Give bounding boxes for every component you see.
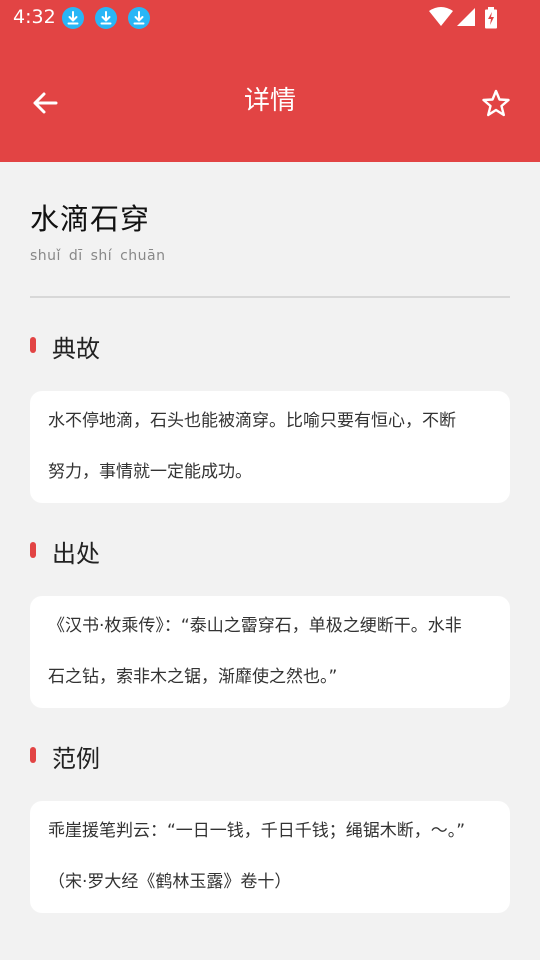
- body-line: 水不停地滴，石头也能被滴穿。比喻只要有恒心，不断: [48, 411, 456, 431]
- body-line: 《汉书·枚乘传》：“泰山之霤穿石，单极之绠断干。水非: [48, 616, 462, 636]
- divider: [30, 296, 510, 298]
- idiom-pinyin: shuǐ dī shí chuān: [30, 248, 166, 264]
- section-body: 水不停地滴，石头也能被滴穿。比喻只要有恒心，不断 努力，事情就一定能成功。: [48, 396, 496, 498]
- section-marker: [30, 337, 36, 353]
- idiom-title: 水滴石穿: [30, 202, 151, 236]
- body-line: 努力，事情就一定能成功。: [48, 462, 252, 482]
- download-icon: [62, 7, 84, 29]
- section-body: 乖崖援笔判云：“一日一钱，千日千钱；绳锯木断，～。” （宋·罗大经《鹤林玉露》卷…: [48, 806, 496, 908]
- section-body: 《汉书·枚乘传》：“泰山之霤穿石，单极之绠断干。水非 石之钻，索非木之锯，渐靡使…: [48, 601, 496, 703]
- status-time: 4:32: [13, 6, 56, 28]
- section-card-example: 乖崖援笔判云：“一日一钱，千日千钱；绳锯木断，～。” （宋·罗大经《鹤林玉露》卷…: [30, 801, 510, 913]
- favorite-button[interactable]: [476, 84, 516, 124]
- body-line: 乖崖援笔判云：“一日一钱，千日千钱；绳锯木断，～。”: [48, 821, 466, 841]
- wifi-icon: [428, 7, 454, 31]
- section-title: 出处: [52, 540, 100, 568]
- section-marker: [30, 747, 36, 763]
- battery-charging-icon: [484, 7, 498, 33]
- signal-icon: [456, 7, 476, 31]
- body-line: （宋·罗大经《鹤林玉露》卷十）: [48, 872, 292, 892]
- body-line: 石之钻，索非木之锯，渐靡使之然也。”: [48, 667, 338, 687]
- section-title: 范例: [52, 745, 100, 773]
- section-title: 典故: [52, 335, 100, 363]
- section-marker: [30, 542, 36, 558]
- download-icon: [128, 7, 150, 29]
- section-card-allusion: 水不停地滴，石头也能被滴穿。比喻只要有恒心，不断 努力，事情就一定能成功。: [30, 391, 510, 503]
- app-header: 4:32 详情: [0, 0, 540, 162]
- page-title: 详情: [243, 86, 296, 116]
- star-outline-icon: [482, 89, 510, 117]
- status-bar: 4:32: [0, 0, 540, 36]
- section-card-source: 《汉书·枚乘传》：“泰山之霤穿石，单极之绠断干。水非 石之钻，索非木之锯，渐靡使…: [30, 596, 510, 708]
- download-icon: [95, 7, 117, 29]
